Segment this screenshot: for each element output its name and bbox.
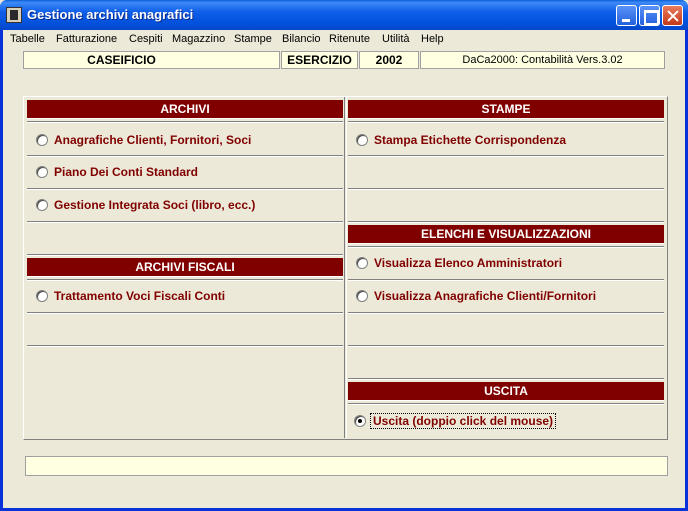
menu-ritenute[interactable]: Ritenute [329,33,370,45]
row-divider [348,221,664,223]
app-window: Gestione archivi anagrafici Tabelle Fatt… [0,0,688,511]
menu-magazzino[interactable]: Magazzino [172,33,225,45]
row-divider [348,188,664,190]
row-divider [348,312,664,314]
title-bar[interactable]: Gestione archivi anagrafici [0,0,688,30]
close-button[interactable] [662,5,683,26]
year-label: ESERCIZIO [281,51,358,69]
stampe-header: STAMPE [348,100,664,119]
archivi-header: ARCHIVI [27,100,343,119]
year-field: 2002 [359,51,419,69]
menu-stampe[interactable]: Stampe [234,33,272,45]
minimize-button[interactable] [616,5,637,26]
column-divider [344,97,347,438]
menu-fatturazione[interactable]: Fatturazione [56,33,117,45]
option-label[interactable]: Visualizza Anagrafiche Clienti/Fornitori [374,289,596,303]
version-field: DaCa2000: Contabilità Vers.3.02 [420,51,665,69]
radio-button-selected[interactable] [354,415,366,427]
uscita-header: USCITA [348,382,664,401]
menu-bilancio[interactable]: Bilancio [282,33,321,45]
row-divider [348,121,664,123]
option-label[interactable]: Anagrafiche Clienti, Fornitori, Soci [54,133,251,147]
menu-bar: Tabelle Fatturazione Cespiti Magazzino S… [3,30,685,49]
option-label[interactable]: Piano Dei Conti Standard [54,165,198,179]
window-title: Gestione archivi anagrafici [27,7,194,22]
radio-button[interactable] [36,134,48,146]
option-label[interactable]: Visualizza Elenco Amministratori [374,256,562,270]
menu-utilita[interactable]: Utilità [382,33,410,45]
row-divider [27,121,343,123]
radio-button[interactable] [356,290,368,302]
row-divider [27,345,343,347]
row-divider [348,403,664,405]
elenchi-header: ELENCHI E VISUALIZZAZIONI [348,225,664,244]
row-divider [348,378,664,380]
option-label[interactable]: Uscita (doppio click del mouse) [370,413,557,429]
status-bar [25,456,668,476]
row-divider [27,155,343,157]
row-divider [27,279,343,281]
option-label[interactable]: Trattamento Voci Fiscali Conti [54,289,225,303]
row-divider [27,188,343,190]
row-divider [27,221,343,223]
row-divider [348,246,664,248]
radio-button[interactable] [36,166,48,178]
app-icon[interactable] [6,7,22,23]
radio-button[interactable] [36,199,48,211]
menu-cespiti[interactable]: Cespiti [129,33,163,45]
option-label[interactable]: Stampa Etichette Corrispondenza [374,133,566,147]
company-field: CASEIFICIO [23,51,280,69]
archivi-fiscali-header: ARCHIVI FISCALI [27,258,343,277]
option-label[interactable]: Gestione Integrata Soci (libro, ecc.) [54,198,255,212]
row-divider [27,254,343,256]
menu-tabelle[interactable]: Tabelle [10,33,45,45]
maximize-button[interactable] [639,5,660,26]
row-divider [348,155,664,157]
menu-help[interactable]: Help [421,33,444,45]
row-divider [27,312,343,314]
row-divider [348,279,664,281]
radio-button[interactable] [356,257,368,269]
row-divider [348,345,664,347]
radio-button[interactable] [356,134,368,146]
radio-button[interactable] [36,290,48,302]
